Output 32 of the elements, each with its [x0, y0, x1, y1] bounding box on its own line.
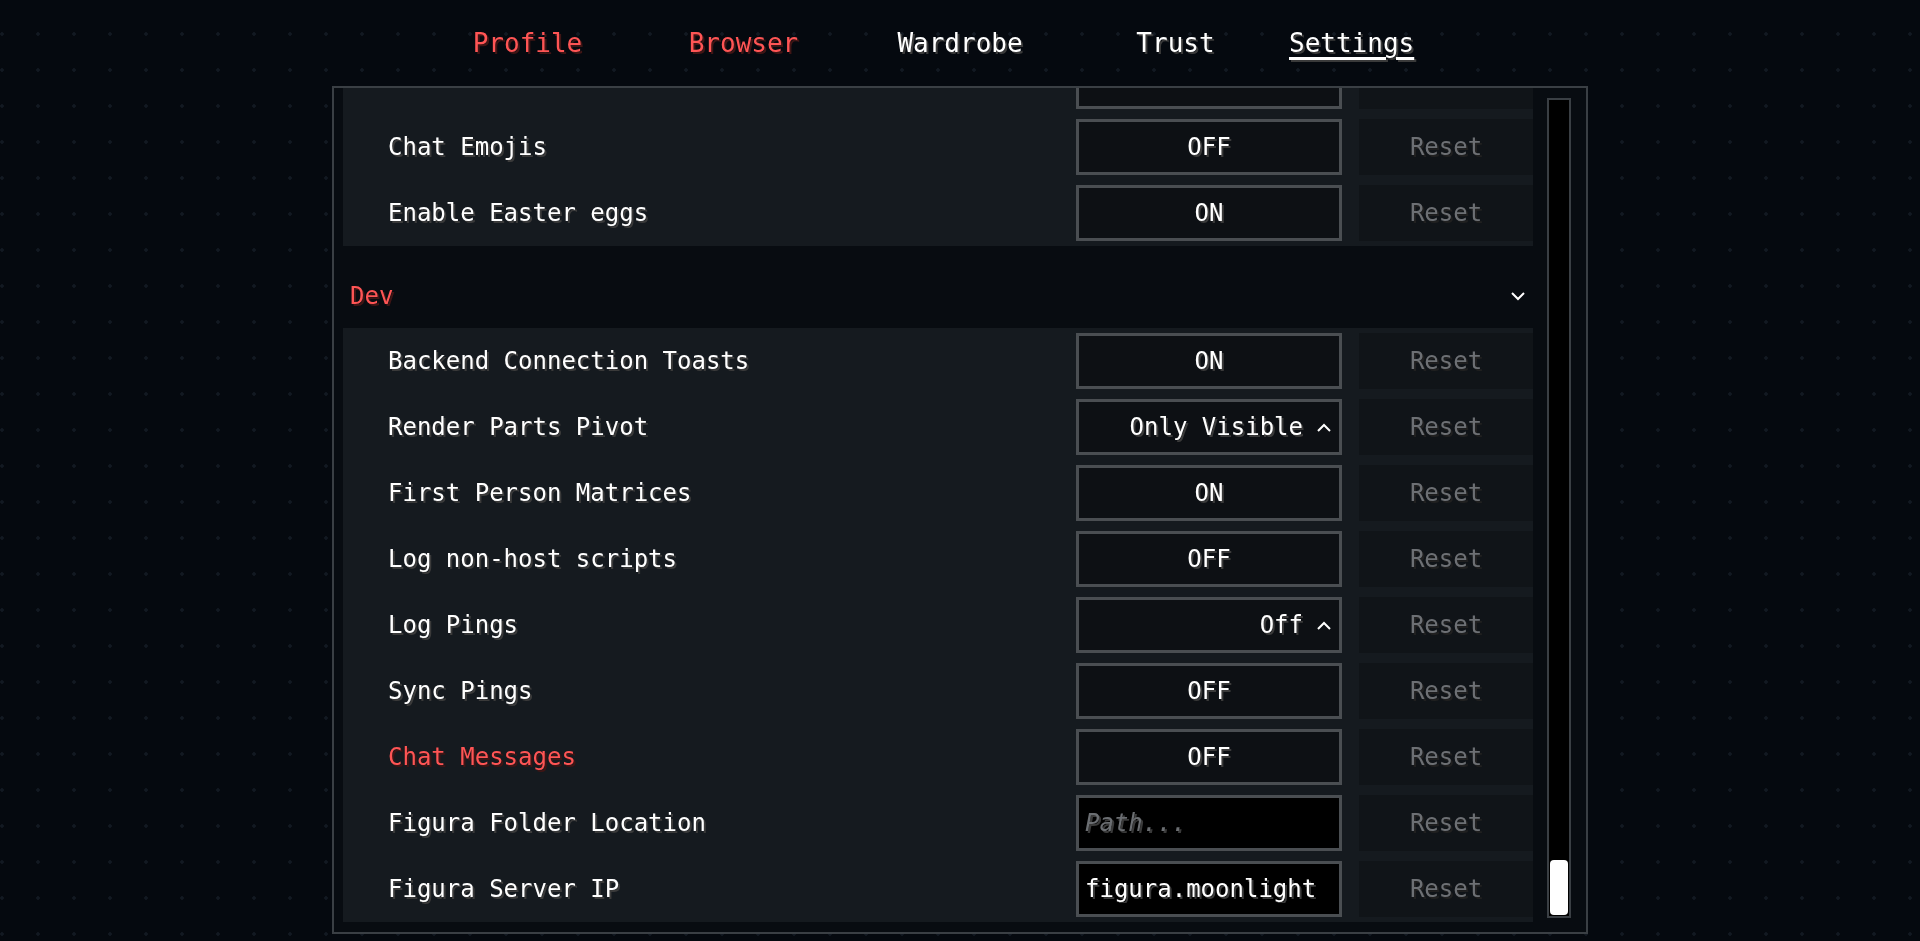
caret-up-icon [1317, 620, 1331, 630]
dropdown-button[interactable]: Only Visible [1076, 399, 1342, 455]
scrollbar[interactable] [1547, 98, 1571, 918]
section-title: Dev [350, 282, 394, 310]
tab[interactable]: Settings [1283, 28, 1421, 58]
text-field[interactable]: figura.moonlight [1076, 861, 1342, 917]
tab[interactable]: Browser [682, 28, 805, 58]
toggle-button[interactable]: OFF [1076, 729, 1342, 785]
toggle-button[interactable]: OFF [1076, 119, 1342, 175]
setting-label: Enable Easter eggs [387, 199, 650, 227]
toggle-button[interactable]: ON [1076, 465, 1342, 521]
setting-label: Figura Server IP [387, 875, 621, 903]
toggle-button[interactable]: ON [1076, 185, 1342, 241]
setting-label: First Person Matrices [387, 479, 693, 507]
setting-label: Sync Pings [387, 677, 534, 705]
dropdown-button[interactable]: Off [1076, 597, 1342, 653]
caret-up-icon [1317, 422, 1331, 432]
setting-label: Figura Folder Location [387, 809, 707, 837]
setting-label: Render Parts Pivot [387, 413, 650, 441]
toggle-button[interactable]: OFF [1076, 531, 1342, 587]
text-field[interactable]: Path... [1076, 795, 1342, 851]
setting-label: Chat Emojis [387, 133, 548, 161]
scrollbar-thumb[interactable] [1550, 860, 1568, 915]
setting-label: Chat Messages [387, 743, 577, 771]
tab[interactable]: Wardrobe [891, 28, 1029, 58]
tab[interactable]: Trust [1130, 28, 1221, 58]
tab[interactable]: Profile [466, 28, 589, 58]
setting-label: Backend Connection Toasts [387, 347, 751, 375]
setting-label: Log non-host scripts [387, 545, 678, 573]
toggle-button[interactable]: OFF [1076, 663, 1342, 719]
toggle-button[interactable]: ON [1076, 333, 1342, 389]
setting-label: Log Pings [387, 611, 520, 639]
